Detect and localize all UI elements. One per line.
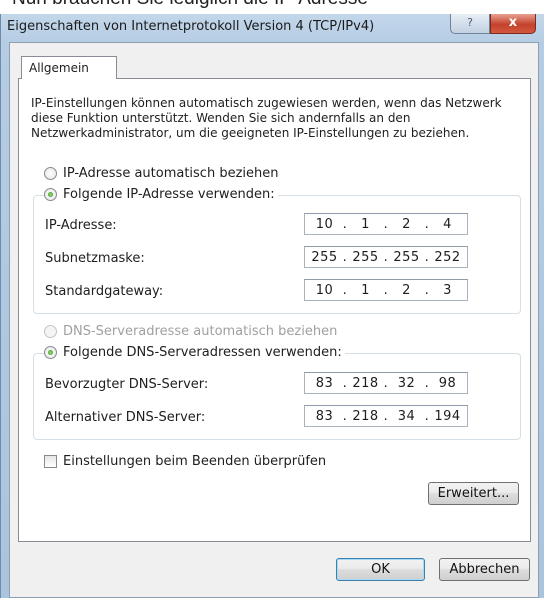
octet-separator: . <box>383 249 389 265</box>
ip-octet: 255 <box>352 249 379 265</box>
ip-address-label: IP-Adresse: <box>45 218 117 233</box>
ip-octet: 2 <box>402 216 411 232</box>
ip-octet: 10 <box>315 282 334 298</box>
close-icon: x <box>508 15 518 30</box>
octet-separator: . <box>342 282 348 298</box>
octet-separator: . <box>342 216 348 232</box>
dialog-client-area: Allgemein IP-Einstellungen können automa… <box>9 42 539 598</box>
validate-on-exit-label: Einstellungen beim Beenden überprüfen <box>63 454 327 469</box>
dns-auto-radio-label: DNS-Serveradresse automatisch beziehen <box>63 324 338 339</box>
window-title: Eigenschaften von Internetprotokoll Vers… <box>7 19 375 34</box>
dns-manual-radio-label: Folgende DNS-Serveradressen verwenden: <box>63 345 342 360</box>
dns-auto-radio-row[interactable]: DNS-Serveradresse automatisch beziehen <box>44 324 337 339</box>
octet-separator: . <box>383 216 389 232</box>
octet-separator: . <box>424 249 430 265</box>
background-text-fragment: Nun brauchen Sie lediglich die IP-Adress… <box>12 0 368 10</box>
ip-octet: 218 <box>352 408 379 424</box>
tab-panel-allgemein: IP-Einstellungen können automatisch zuge… <box>18 78 531 542</box>
octet-separator: . <box>342 249 348 265</box>
ip-octet: 98 <box>438 375 457 391</box>
ip-manual-radio-label: Folgende IP-Adresse verwenden: <box>63 187 275 202</box>
ip-octet: 32 <box>397 375 416 391</box>
ip-octet: 34 <box>397 408 416 424</box>
octet-separator: . <box>342 375 348 391</box>
dialog-window: Eigenschaften von Internetprotokoll Vers… <box>0 14 544 598</box>
ip-octet: 83 <box>315 408 334 424</box>
ip-octet: 194 <box>434 408 461 424</box>
cancel-button[interactable]: Abbrechen <box>439 558 530 581</box>
title-bar-buttons: ? x <box>450 14 536 36</box>
octet-separator: . <box>424 282 430 298</box>
dns-manual-radio[interactable] <box>44 346 57 359</box>
gateway-label: Standardgateway: <box>45 284 164 299</box>
preferred-dns-label: Bevorzugter DNS-Server: <box>45 377 209 392</box>
ip-auto-radio[interactable] <box>44 167 57 180</box>
subnet-mask-label: Subnetzmaske: <box>45 251 145 266</box>
octet-separator: . <box>424 375 430 391</box>
octet-separator: . <box>342 408 348 424</box>
ip-auto-radio-row[interactable]: IP-Adresse automatisch beziehen <box>44 166 279 181</box>
ip-octet: 1 <box>361 282 370 298</box>
close-button[interactable]: x <box>490 14 536 34</box>
preferred-dns-input[interactable]: 83. 218. 32. 98 <box>304 372 468 394</box>
ip-octet: 255 <box>393 249 420 265</box>
ip-octet: 2 <box>402 282 411 298</box>
octet-separator: . <box>424 408 430 424</box>
ip-octet: 255 <box>311 249 338 265</box>
ip-octet: 83 <box>315 375 334 391</box>
intro-text: IP-Einstellungen können automatisch zuge… <box>31 96 502 140</box>
subnet-mask-input[interactable]: 255. 255. 255. 252 <box>304 246 468 268</box>
help-icon: ? <box>467 16 473 29</box>
alternate-dns-input[interactable]: 83. 218. 34. 194 <box>304 405 468 427</box>
ip-address-input[interactable]: 10. 1. 2. 4 <box>304 213 468 235</box>
dns-manual-radio-row[interactable]: Folgende DNS-Serveradressen verwenden: <box>44 345 345 360</box>
validate-on-exit-row[interactable]: Einstellungen beim Beenden überprüfen <box>44 454 326 469</box>
advanced-button[interactable]: Erweitert... <box>428 482 519 505</box>
ip-manual-radio-row[interactable]: Folgende IP-Adresse verwenden: <box>44 187 278 202</box>
ip-octet: 218 <box>352 375 379 391</box>
ok-button[interactable]: OK <box>336 558 425 581</box>
dns-auto-radio[interactable] <box>44 325 57 338</box>
alternate-dns-label: Alternativer DNS-Server: <box>45 410 206 425</box>
ip-octet: 1 <box>361 216 370 232</box>
ip-octet: 252 <box>434 249 461 265</box>
ip-auto-radio-label: IP-Adresse automatisch beziehen <box>63 166 279 181</box>
ip-octet: 4 <box>443 216 452 232</box>
octet-separator: . <box>383 408 389 424</box>
gateway-input[interactable]: 10. 1. 2. 3 <box>304 279 468 301</box>
validate-on-exit-checkbox[interactable] <box>44 455 57 468</box>
help-button[interactable]: ? <box>450 14 490 34</box>
ip-octet: 10 <box>315 216 334 232</box>
tab-allgemein[interactable]: Allgemein <box>21 56 117 79</box>
ip-octet: 3 <box>443 282 452 298</box>
octet-separator: . <box>383 282 389 298</box>
octet-separator: . <box>383 375 389 391</box>
ip-manual-radio[interactable] <box>44 188 57 201</box>
octet-separator: . <box>424 216 430 232</box>
